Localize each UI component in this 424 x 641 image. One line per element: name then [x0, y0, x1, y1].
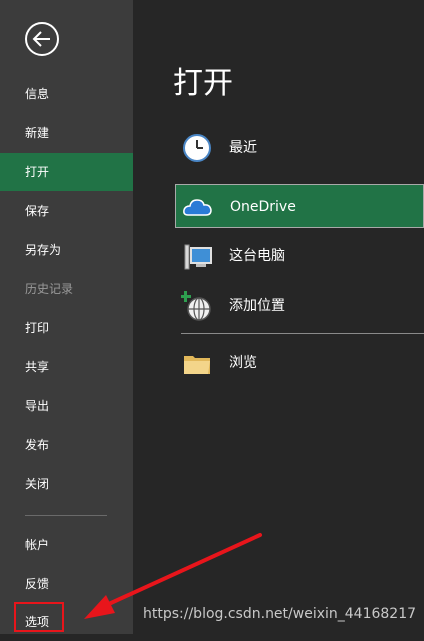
nav-share[interactable]: 共享 [0, 348, 133, 386]
watermark-text: https://blog.csdn.net/weixin_44168217 [143, 606, 417, 622]
nav-print[interactable]: 打印 [0, 309, 133, 347]
nav-publish[interactable]: 发布 [0, 426, 133, 464]
clock-icon [183, 134, 211, 162]
locations-divider [181, 333, 424, 334]
nav-info[interactable]: 信息 [0, 75, 133, 113]
location-label: 浏览 [229, 355, 257, 371]
location-label: 最近 [229, 140, 257, 156]
location-this-pc[interactable]: 这台电脑 [175, 234, 424, 278]
nav-save[interactable]: 保存 [0, 192, 133, 230]
location-label: OneDrive [230, 199, 296, 215]
nav-new[interactable]: 新建 [0, 114, 133, 152]
nav-account[interactable]: 帐户 [0, 526, 133, 564]
location-browse[interactable]: 浏览 [175, 341, 424, 385]
nav-open[interactable]: 打开 [0, 153, 133, 191]
back-arrow-icon [32, 31, 50, 47]
nav-export[interactable]: 导出 [0, 387, 133, 425]
folder-icon [184, 356, 210, 374]
location-label: 添加位置 [229, 298, 285, 314]
add-globe-icon [181, 291, 211, 321]
location-label: 这台电脑 [229, 248, 285, 264]
back-button[interactable] [25, 22, 59, 56]
cloud-icon [183, 199, 212, 216]
nav-close[interactable]: 关闭 [0, 465, 133, 503]
options-highlight-box [14, 602, 64, 632]
nav-feedback[interactable]: 反馈 [0, 565, 133, 603]
location-recent[interactable]: 最近 [175, 126, 424, 170]
nav-save-as[interactable]: 另存为 [0, 231, 133, 269]
computer-icon [184, 244, 212, 270]
location-onedrive[interactable]: OneDrive [175, 184, 424, 228]
nav-history: 历史记录 [25, 282, 74, 296]
sidebar-separator [25, 515, 107, 516]
page-title: 打开 [173, 66, 233, 101]
location-add-place[interactable]: 添加位置 [175, 284, 424, 328]
backstage-sidebar: 信息 新建 打开 保存 另存为 历史记录 打印 共享 导出 发布 关闭 帐户 反… [0, 0, 133, 634]
